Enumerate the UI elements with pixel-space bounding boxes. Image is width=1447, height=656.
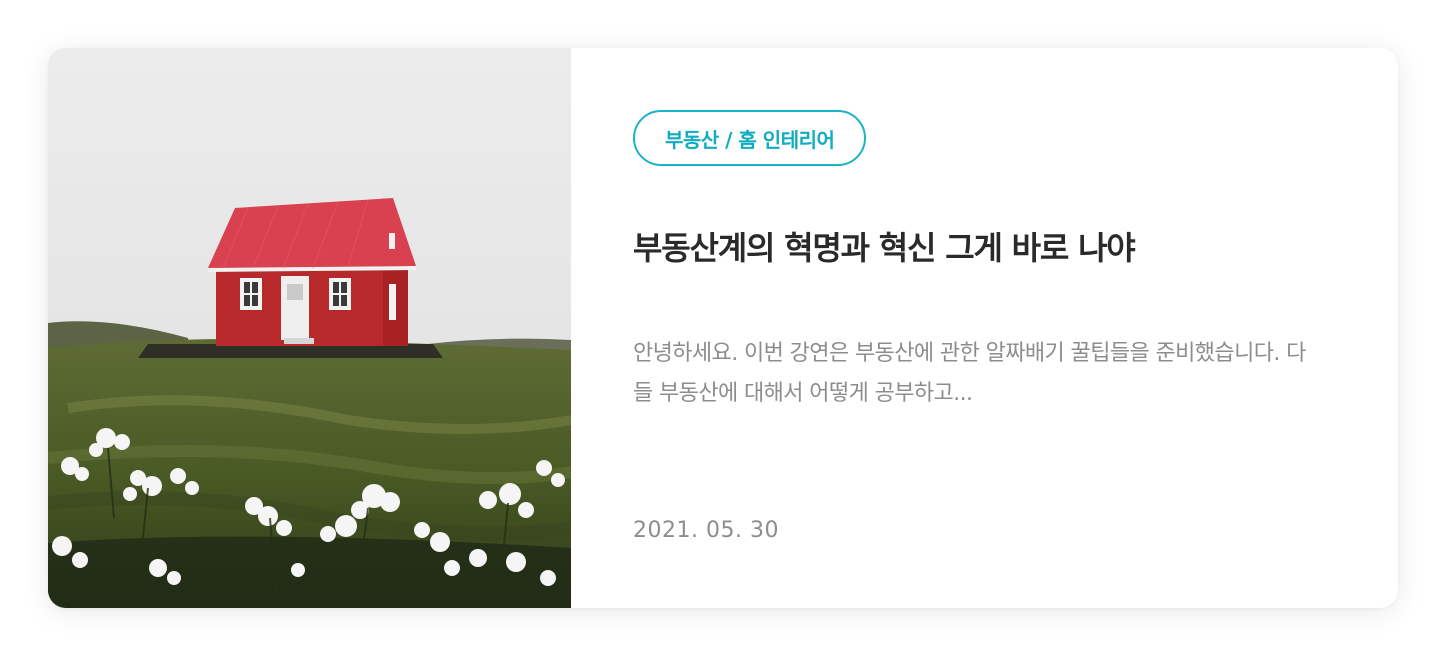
article-card[interactable]: 부동산 / 홈 인테리어 부동산계의 혁명과 혁신 그게 바로 나야 안녕하세요…: [48, 48, 1398, 608]
article-thumbnail[interactable]: [48, 48, 571, 608]
article-title[interactable]: 부동산계의 혁명과 혁신 그게 바로 나야: [633, 226, 1333, 270]
article-content: 부동산 / 홈 인테리어 부동산계의 혁명과 혁신 그게 바로 나야 안녕하세요…: [571, 48, 1398, 608]
category-badge[interactable]: 부동산 / 홈 인테리어: [633, 110, 867, 166]
article-excerpt: 안녕하세요. 이번 강연은 부동산에 관한 알짜배기 꿀팁들을 준비했습니다. …: [633, 341, 1306, 406]
house-photo: [48, 48, 571, 608]
publish-date: 2021. 05. 30: [633, 518, 779, 543]
